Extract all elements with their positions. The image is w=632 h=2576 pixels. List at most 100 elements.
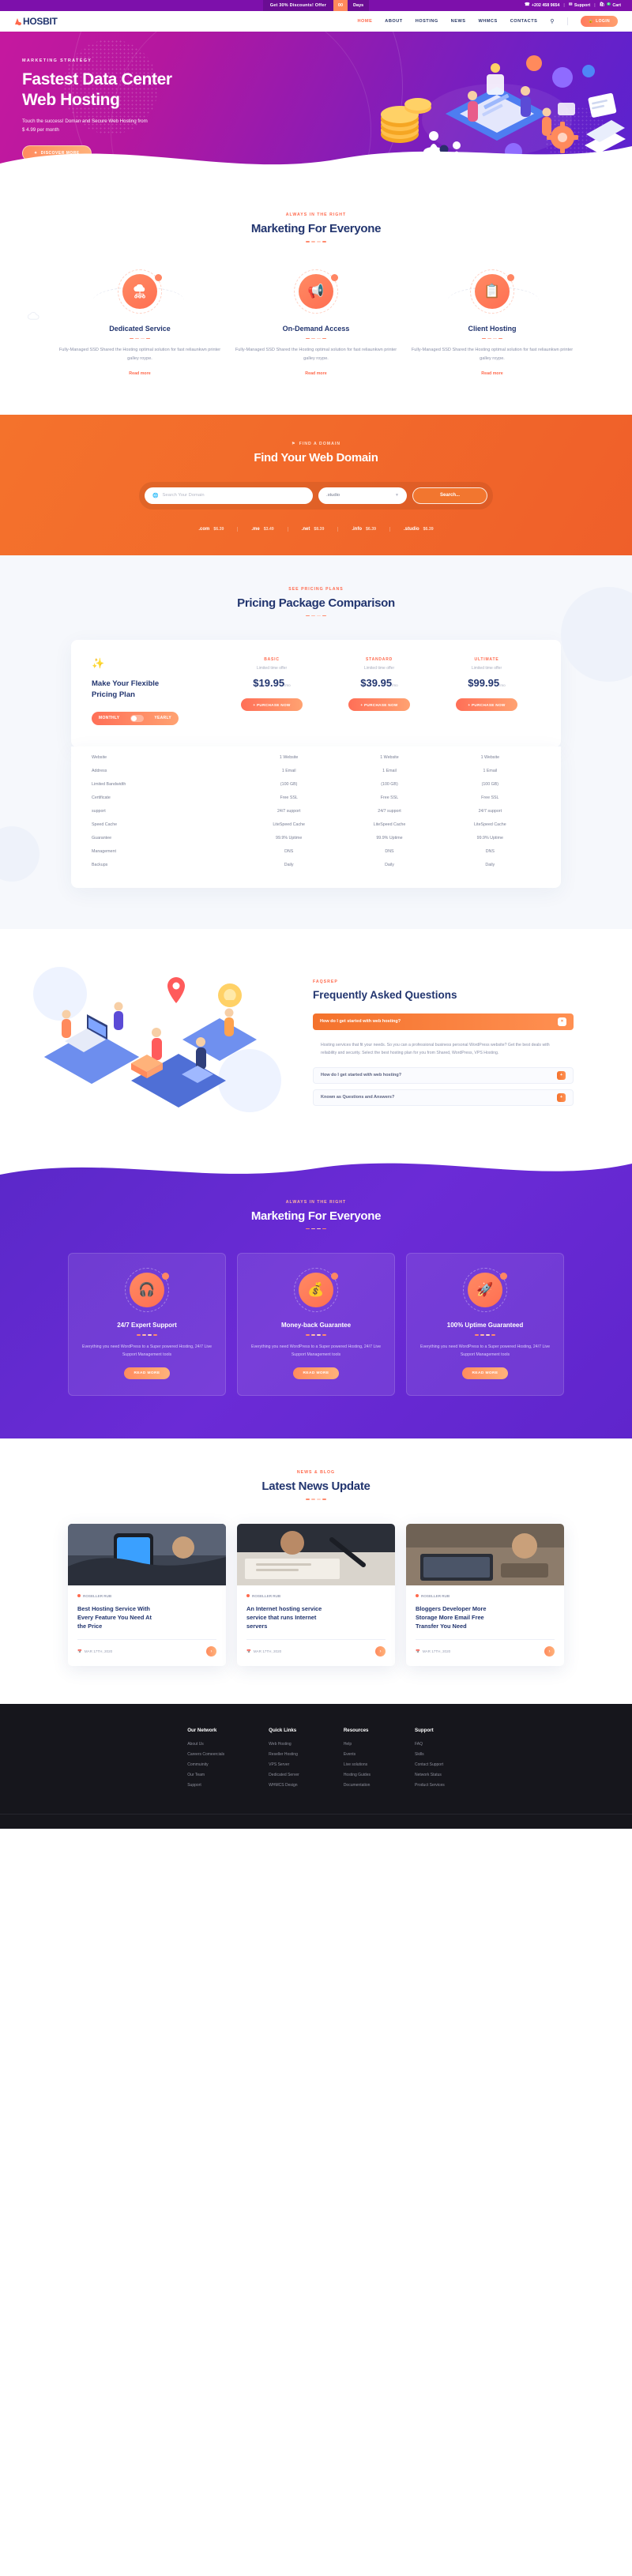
table-row: Management DNS DNS DNS: [92, 845, 540, 859]
nav-item-contacts[interactable]: CONTACTS: [510, 19, 538, 24]
footer-link[interactable]: Careers Comeercials: [187, 1752, 224, 1757]
footer-link[interactable]: Network Status: [415, 1773, 445, 1777]
purchase-button[interactable]: + PURCHASE NOW: [456, 698, 517, 712]
service-card[interactable]: 📢 On-Demand Access Fully-Managed SSD Sha…: [235, 269, 397, 378]
feature-value: (100 GB): [280, 782, 298, 788]
login-label: LOGIN: [596, 19, 610, 24]
nav-item-hosting[interactable]: HOSTING: [416, 19, 438, 24]
footer-link[interactable]: Our Team: [187, 1773, 224, 1777]
feature-card[interactable]: 🎧 24/7 Expert Support Everything you nee…: [68, 1253, 226, 1397]
feature-label: Management: [92, 849, 116, 855]
phone-link[interactable]: ☎ +202 458 9654: [525, 3, 560, 8]
service-read-more-link[interactable]: Read more: [129, 371, 150, 376]
faq-item-header[interactable]: How do I get started with web hosting? ×: [313, 1013, 574, 1030]
footer-link[interactable]: FAQ: [415, 1742, 445, 1747]
blog-thumbnail: [68, 1523, 226, 1585]
blog-card[interactable]: ROSELLER RUB Bloggers Developer More Sto…: [406, 1523, 564, 1667]
toggle-knob[interactable]: [130, 714, 144, 722]
site-logo[interactable]: HOSBIT: [14, 16, 58, 27]
footer-heading: Resources: [343, 1728, 369, 1734]
service-read-more-link[interactable]: Read more: [481, 371, 502, 376]
purple-top-wave: [0, 1145, 632, 1175]
blog-section: NEWS & BLOG Latest News Update ROSELLER …: [0, 1438, 632, 1705]
service-card[interactable]: Dedicated Service Fully-Managed SSD Shar…: [59, 269, 221, 378]
calendar-icon: 📅: [246, 1649, 251, 1653]
login-button[interactable]: 🔒 LOGIN: [580, 16, 618, 27]
faq-item-header[interactable]: How do I get started with web hosting? +: [313, 1066, 574, 1084]
close-icon[interactable]: ×: [558, 1017, 566, 1026]
cart-link[interactable]: 🛍 0 Cart: [600, 2, 621, 8]
footer-link[interactable]: Documentation: [344, 1783, 371, 1788]
footer-link[interactable]: VPS Server: [269, 1762, 299, 1767]
blog-author: ROSELLER RUB: [77, 1594, 216, 1598]
billing-period-toggle[interactable]: MONTHLY YEARLY: [92, 711, 179, 725]
feature-read-more-button[interactable]: READ MORE: [123, 1367, 171, 1380]
plus-icon[interactable]: +: [557, 1070, 566, 1080]
tld-price-list: .com $6.39 .me $3.49 .net $8.39 .info $6…: [0, 526, 632, 532]
nav-item-about[interactable]: ABOUT: [385, 19, 402, 24]
blog-date-text: MAR 17TH, 2020: [422, 1649, 451, 1654]
blog-read-arrow-button[interactable]: ›: [206, 1646, 216, 1657]
domain-search-input[interactable]: 🌐 Search Your Domain: [145, 487, 313, 504]
feature-card[interactable]: 💰 Money-back Guarantee Everything you ne…: [237, 1253, 395, 1397]
blog-read-arrow-button[interactable]: ›: [375, 1646, 386, 1657]
footer-link[interactable]: Skills: [415, 1752, 445, 1757]
service-read-more-link[interactable]: Read more: [305, 371, 326, 376]
footer-link[interactable]: Web Hosting: [269, 1742, 299, 1747]
blog-card-footer: 📅 MAR 17TH, 2020 ›: [77, 1639, 216, 1657]
feature-card[interactable]: 🚀 100% Uptime Guaranteed Everything you …: [406, 1253, 564, 1397]
services-eyebrow: ALWAYS IN THE RIGHT: [285, 212, 347, 217]
blog-thumb-image: [406, 1523, 564, 1585]
pricing-plan-columns: BASIC Limited time offer $19.95/mo + PUR…: [218, 657, 540, 725]
plan-offer: Limited time offer: [256, 666, 288, 671]
footer-link[interactable]: Events: [344, 1752, 371, 1757]
card-underline: [235, 337, 397, 340]
footer-link[interactable]: About Us: [187, 1742, 224, 1747]
footer-link[interactable]: Commuinity: [187, 1762, 224, 1767]
hero-eyebrow: MARKETING STRATEGY: [22, 58, 92, 63]
faq-item-header[interactable]: Known as Questions and Answers? +: [313, 1089, 574, 1106]
footer-link[interactable]: Reseller Hosting: [269, 1752, 299, 1757]
title-underline: [0, 241, 632, 243]
tld-price: $6.39: [213, 526, 224, 532]
blog-card[interactable]: ROSELLER RUB An Internet hosting service…: [237, 1523, 395, 1667]
blog-card-footer: 📅 MAR 17TH, 2020 ›: [246, 1639, 386, 1657]
feature-read-more-button[interactable]: READ MORE: [292, 1367, 340, 1380]
nav-menu: HOME ABOUT HOSTING NEWS WHMCS CONTACTS ⚲…: [358, 16, 618, 27]
feature-read-more-button[interactable]: READ MORE: [461, 1367, 509, 1380]
nav-item-home[interactable]: HOME: [358, 19, 373, 24]
service-text: Fully-Managed SSD Shared the Hosting opt…: [411, 348, 574, 362]
service-card[interactable]: 📋 Client Hosting Fully-Managed SSD Share…: [412, 269, 574, 378]
shield-money-icon: 💰: [299, 1273, 333, 1308]
tld-name: .studio: [403, 526, 419, 532]
tld-select[interactable]: .studio ▼: [318, 487, 407, 504]
service-text: Fully-Managed SSD Shared the Hosting opt…: [235, 348, 397, 362]
hero-title-line-2: Web Hosting: [22, 90, 120, 109]
nav-item-news[interactable]: NEWS: [451, 19, 466, 24]
footer-link[interactable]: Product Services: [415, 1783, 445, 1788]
footer-link[interactable]: WHMCS Design: [269, 1783, 299, 1788]
blog-read-arrow-button[interactable]: ›: [544, 1646, 555, 1657]
footer-link[interactable]: Support: [187, 1783, 224, 1788]
blog-card[interactable]: ROSELLER RUB Best Hosting Service With E…: [68, 1523, 226, 1667]
table-row: Guarantee 99.9% Uptime 99.9% Uptime 99.9…: [92, 832, 540, 845]
purchase-button[interactable]: + PURCHASE NOW: [241, 698, 303, 712]
service-title: Dedicated Service: [109, 324, 171, 333]
plus-icon[interactable]: +: [557, 1092, 566, 1102]
purchase-button[interactable]: + PURCHASE NOW: [348, 698, 410, 712]
accent-dot: [507, 273, 514, 281]
footer-link[interactable]: Contact Support: [415, 1762, 445, 1767]
support-link[interactable]: ✉ Support: [569, 3, 590, 8]
nav-item-whmcs[interactable]: WHMCS: [478, 19, 497, 24]
footer-link[interactable]: Live solutions: [344, 1762, 371, 1767]
domain-search-button[interactable]: Search...: [412, 487, 487, 504]
footer-link[interactable]: Hosting Guides: [344, 1773, 371, 1777]
purple-feature-cards: 🎧 24/7 Expert Support Everything you nee…: [0, 1253, 632, 1397]
search-icon[interactable]: ⚲: [550, 18, 554, 24]
tld-select-value: .studio: [326, 493, 340, 498]
title-underline: [0, 1228, 632, 1230]
footer-link[interactable]: Help: [344, 1742, 371, 1747]
feature-value: 1 Email: [483, 769, 498, 774]
accent-dot: [162, 1273, 169, 1280]
footer-link[interactable]: Dedicated Server: [269, 1773, 299, 1777]
